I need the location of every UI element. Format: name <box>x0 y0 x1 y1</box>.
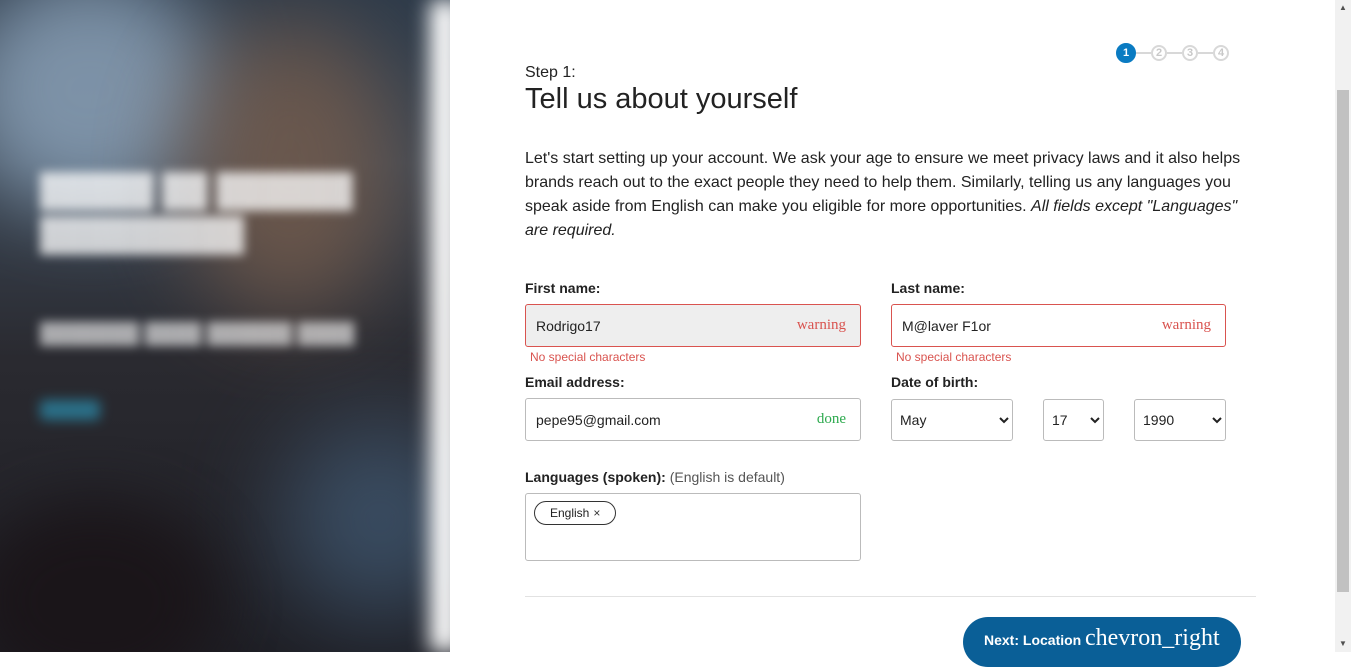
done-icon: done <box>816 411 846 427</box>
last-name-field[interactable]: warning <box>891 304 1226 347</box>
chevron-right-icon: chevron_right <box>1085 625 1220 651</box>
intro-paragraph: Let's start setting up your account. We … <box>525 147 1250 243</box>
first-name-label: First name: <box>525 280 601 296</box>
languages-input[interactable]: English × <box>525 493 861 561</box>
warning-icon: warning <box>796 317 846 333</box>
chip-label: English <box>550 506 590 520</box>
hero-blurred-link <box>40 400 100 420</box>
email-label: Email address: <box>525 374 625 390</box>
remove-chip-icon[interactable]: × <box>593 502 600 524</box>
language-chip-english: English × <box>534 501 617 525</box>
dob-year-select[interactable]: 1990 <box>1134 399 1226 441</box>
next-location-button[interactable]: Next: Location chevron_right <box>963 617 1241 667</box>
hero-blurred-text: ███████ ████ ██████ ████ <box>40 323 355 345</box>
scrollbar-thumb[interactable] <box>1337 90 1349 592</box>
languages-hint: (English is default) <box>669 469 785 485</box>
first-name-error: No special characters <box>530 350 646 364</box>
step-2-indicator: 2 <box>1151 45 1167 61</box>
step-4-indicator: 4 <box>1213 45 1229 61</box>
scroll-down-icon[interactable]: ▼ <box>1335 636 1351 652</box>
languages-label: Languages (spoken): (English is default) <box>525 469 785 485</box>
last-name-label: Last name: <box>891 280 965 296</box>
languages-label-text: Languages (spoken): <box>525 469 666 485</box>
step-3-indicator: 3 <box>1182 45 1198 61</box>
divider <box>525 596 1256 597</box>
next-button-label: Next: Location <box>984 632 1082 648</box>
hero-blurred-heading: █████ ██ ██████ █████████ <box>40 172 353 252</box>
dob-label: Date of birth: <box>891 374 979 390</box>
page-title: Tell us about yourself <box>525 83 798 115</box>
dob-day-select[interactable]: 17 <box>1043 399 1104 441</box>
warning-icon: warning <box>1161 317 1211 333</box>
dob-month-select[interactable]: May <box>891 399 1013 441</box>
scroll-up-icon[interactable]: ▲ <box>1335 0 1351 16</box>
first-name-field[interactable]: warning <box>525 304 861 347</box>
email-input[interactable] <box>536 399 786 440</box>
first-name-input[interactable] <box>536 305 786 346</box>
progress-stepper: 1 2 3 4 <box>1116 43 1229 63</box>
last-name-input[interactable] <box>902 305 1152 346</box>
hero-image-panel: █████ ██ ██████ █████████ ███████ ████ █… <box>0 0 450 652</box>
last-name-error: No special characters <box>896 350 1012 364</box>
page-scrollbar[interactable]: ▲ ▼ <box>1335 0 1351 652</box>
step-1-indicator: 1 <box>1116 43 1136 63</box>
step-label: Step 1: <box>525 64 576 81</box>
email-field[interactable]: done <box>525 398 861 441</box>
